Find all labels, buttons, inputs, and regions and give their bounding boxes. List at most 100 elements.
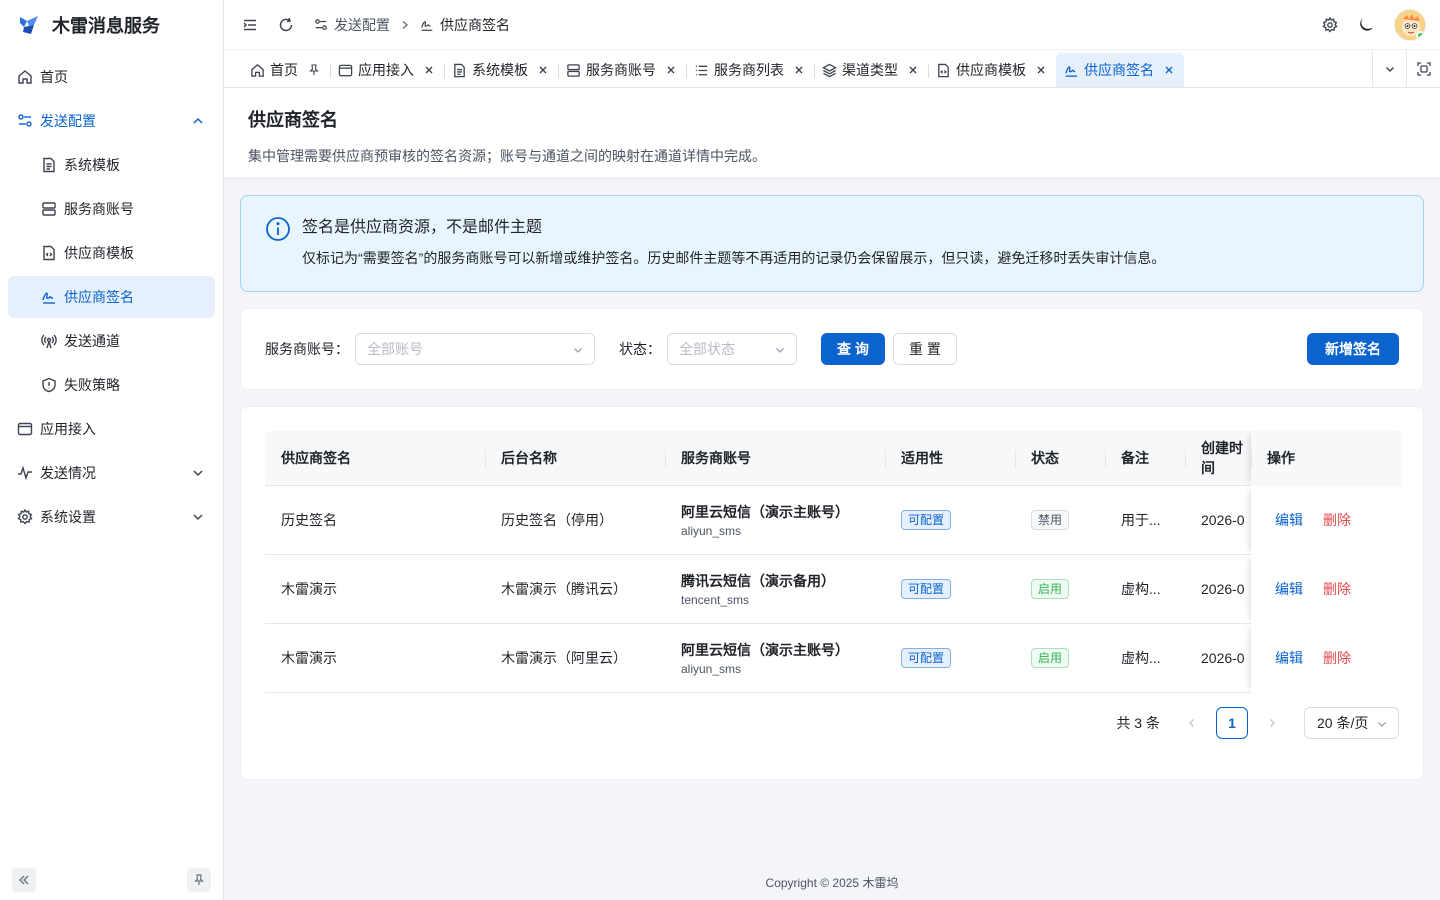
column-header: 创建时间	[1185, 431, 1251, 486]
sidebar-item-send-channel[interactable]: 发送通道	[8, 320, 215, 362]
cell-backend-name: 历史签名（停用）	[501, 512, 613, 528]
tab-provider-signature[interactable]: 供应商签名	[1056, 53, 1184, 87]
column-header: 备注	[1105, 431, 1185, 486]
status-select[interactable]: 全部状态	[667, 333, 797, 365]
close-icon[interactable]	[908, 65, 918, 75]
alert-title: 签名是供应商资源，不是邮件主题	[302, 219, 543, 236]
chevron-down-icon	[1385, 67, 1394, 72]
edit-button[interactable]: 编辑	[1275, 648, 1303, 668]
theme-toggle-button[interactable]	[1356, 15, 1376, 35]
pin-sidebar-button[interactable]	[187, 868, 211, 892]
tab-label: 渠道类型	[842, 62, 898, 78]
fullscreen-button[interactable]	[1406, 50, 1440, 88]
sidebar-item-send-config[interactable]: 发送配置	[8, 100, 215, 142]
column-header: 操作	[1251, 430, 1401, 486]
breadcrumb-item-send-config[interactable]: 发送配置	[314, 15, 390, 35]
close-icon[interactable]	[666, 65, 676, 75]
sidebar-item-system-template[interactable]: 系统模板	[8, 144, 215, 186]
cell-created: 2026-0	[1201, 581, 1245, 597]
sidebar-item-provider-signature[interactable]: 供应商签名	[8, 276, 215, 318]
settings-button[interactable]	[1320, 15, 1340, 35]
sidebar-item-send-status[interactable]: 发送情况	[8, 452, 215, 494]
tab-provider-list[interactable]: 服务商列表	[686, 53, 814, 87]
account-filter-label: 服务商账号：	[265, 341, 349, 357]
column-header: 适用性	[885, 431, 1015, 486]
close-icon[interactable]	[1036, 65, 1046, 75]
query-button[interactable]: 查 询	[821, 333, 885, 365]
avatar[interactable]	[1394, 8, 1426, 41]
table-card: 供应商签名 后台名称 服务商账号 适用性 状态 备注 创建时间 操作 历史签名 …	[240, 406, 1424, 780]
tab-channel-type[interactable]: 渠道类型	[814, 53, 928, 87]
close-icon[interactable]	[794, 65, 804, 75]
tab-system-template[interactable]: 系统模板	[444, 53, 558, 87]
online-status-dot	[1416, 30, 1425, 40]
sidebar-item-label: 供应商签名	[64, 289, 134, 305]
add-signature-button[interactable]: 新增签名	[1307, 333, 1399, 365]
footer-copyright: Copyright © 2025 木雷坞	[765, 876, 899, 890]
table-row: 木雷演示 木雷演示（腾讯云） 腾讯云短信（演示备用） tencent_sms 可…	[265, 554, 1401, 624]
sidebar-nav: 首页 发送配置 系统模板 服务商账号 供应商模板 供应商签名 发送通道 失败策略…	[0, 50, 223, 538]
filter-bar: 服务商账号： 全部账号 状态： 全部状态 查 询 重 置 新增签名	[240, 308, 1424, 390]
column-header: 状态	[1015, 431, 1105, 486]
sidebar-item-label: 首页	[40, 69, 68, 85]
tab-home[interactable]: 首页	[242, 53, 330, 87]
delete-button[interactable]: 删除	[1323, 579, 1351, 599]
pin-icon[interactable]	[308, 64, 320, 76]
tab-label: 供应商模板	[956, 62, 1026, 78]
sidebar-item-label: 应用接入	[40, 421, 96, 437]
edit-button[interactable]: 编辑	[1275, 510, 1303, 530]
sidebar-item-fail-strategy[interactable]: 失败策略	[8, 364, 215, 406]
next-page-button[interactable]	[1256, 707, 1288, 739]
cell-account: 阿里云短信（演示主账号） aliyun_sms	[665, 624, 885, 693]
delete-button[interactable]: 删除	[1323, 510, 1351, 530]
sidebar-item-system-settings[interactable]: 系统设置	[8, 496, 215, 538]
cell-applicability: 可配置	[885, 486, 1015, 555]
home-icon	[18, 70, 32, 84]
sidebar-item-app-access[interactable]: 应用接入	[8, 408, 215, 450]
app-logo[interactable]: 木雷消息服务	[0, 0, 223, 50]
collapse-sidebar-button[interactable]	[12, 868, 36, 892]
delete-button[interactable]: 删除	[1323, 648, 1351, 668]
sidebar-bottom-controls	[0, 868, 223, 892]
page-number-button[interactable]: 1	[1216, 707, 1248, 739]
tab-provider-template[interactable]: 供应商模板	[928, 53, 1056, 87]
cell-remark: 用于...	[1121, 512, 1161, 528]
reset-button[interactable]: 重 置	[893, 333, 957, 365]
status-badge: 启用	[1031, 648, 1070, 668]
sidebar-item-provider-template[interactable]: 供应商模板	[8, 232, 215, 274]
edit-button[interactable]: 编辑	[1275, 579, 1303, 599]
close-icon[interactable]	[538, 65, 548, 75]
tab-app-access[interactable]: 应用接入	[330, 53, 444, 87]
cell-actions: 编辑 删除	[1251, 485, 1401, 555]
applicability-badge: 可配置	[901, 510, 952, 530]
list-icon	[695, 65, 708, 75]
gear-icon	[17, 509, 33, 525]
header-actions	[1320, 8, 1440, 41]
table-header: 供应商签名 后台名称 服务商账号 适用性 状态 备注 创建时间 操作	[265, 430, 1401, 486]
menu-toggle-button[interactable]	[240, 15, 260, 35]
account-select-placeholder: 全部账号	[367, 341, 423, 357]
account-code: aliyun_sms	[681, 662, 742, 676]
chevron-left-icon	[1189, 719, 1194, 727]
cell-actions: 编辑 删除	[1251, 623, 1401, 693]
tab-more-button[interactable]	[1372, 50, 1406, 88]
page-size-select[interactable]: 20 条/页	[1304, 707, 1399, 739]
sidebar-item-provider-account[interactable]: 服务商账号	[8, 188, 215, 230]
prev-page-button[interactable]	[1176, 707, 1208, 739]
cell-remark: 虚构...	[1121, 650, 1161, 666]
table-row: 木雷演示 木雷演示（阿里云） 阿里云短信（演示主账号） aliyun_sms 可…	[265, 623, 1401, 693]
refresh-button[interactable]	[276, 15, 296, 35]
tab-provider-account[interactable]: 服务商账号	[558, 53, 686, 87]
cell-status: 禁用	[1015, 486, 1105, 555]
close-icon[interactable]	[1164, 65, 1174, 75]
fullscreen-icon	[1416, 62, 1431, 76]
window-icon	[338, 64, 353, 76]
close-icon[interactable]	[424, 65, 434, 75]
status-badge: 启用	[1031, 579, 1070, 599]
account-select[interactable]: 全部账号	[355, 333, 595, 365]
signature-icon	[42, 292, 55, 304]
sidebar-item-label: 发送情况	[40, 465, 96, 481]
sidebar-item-home[interactable]: 首页	[8, 56, 215, 98]
cell-applicability: 可配置	[885, 624, 1015, 693]
info-icon	[266, 217, 290, 241]
